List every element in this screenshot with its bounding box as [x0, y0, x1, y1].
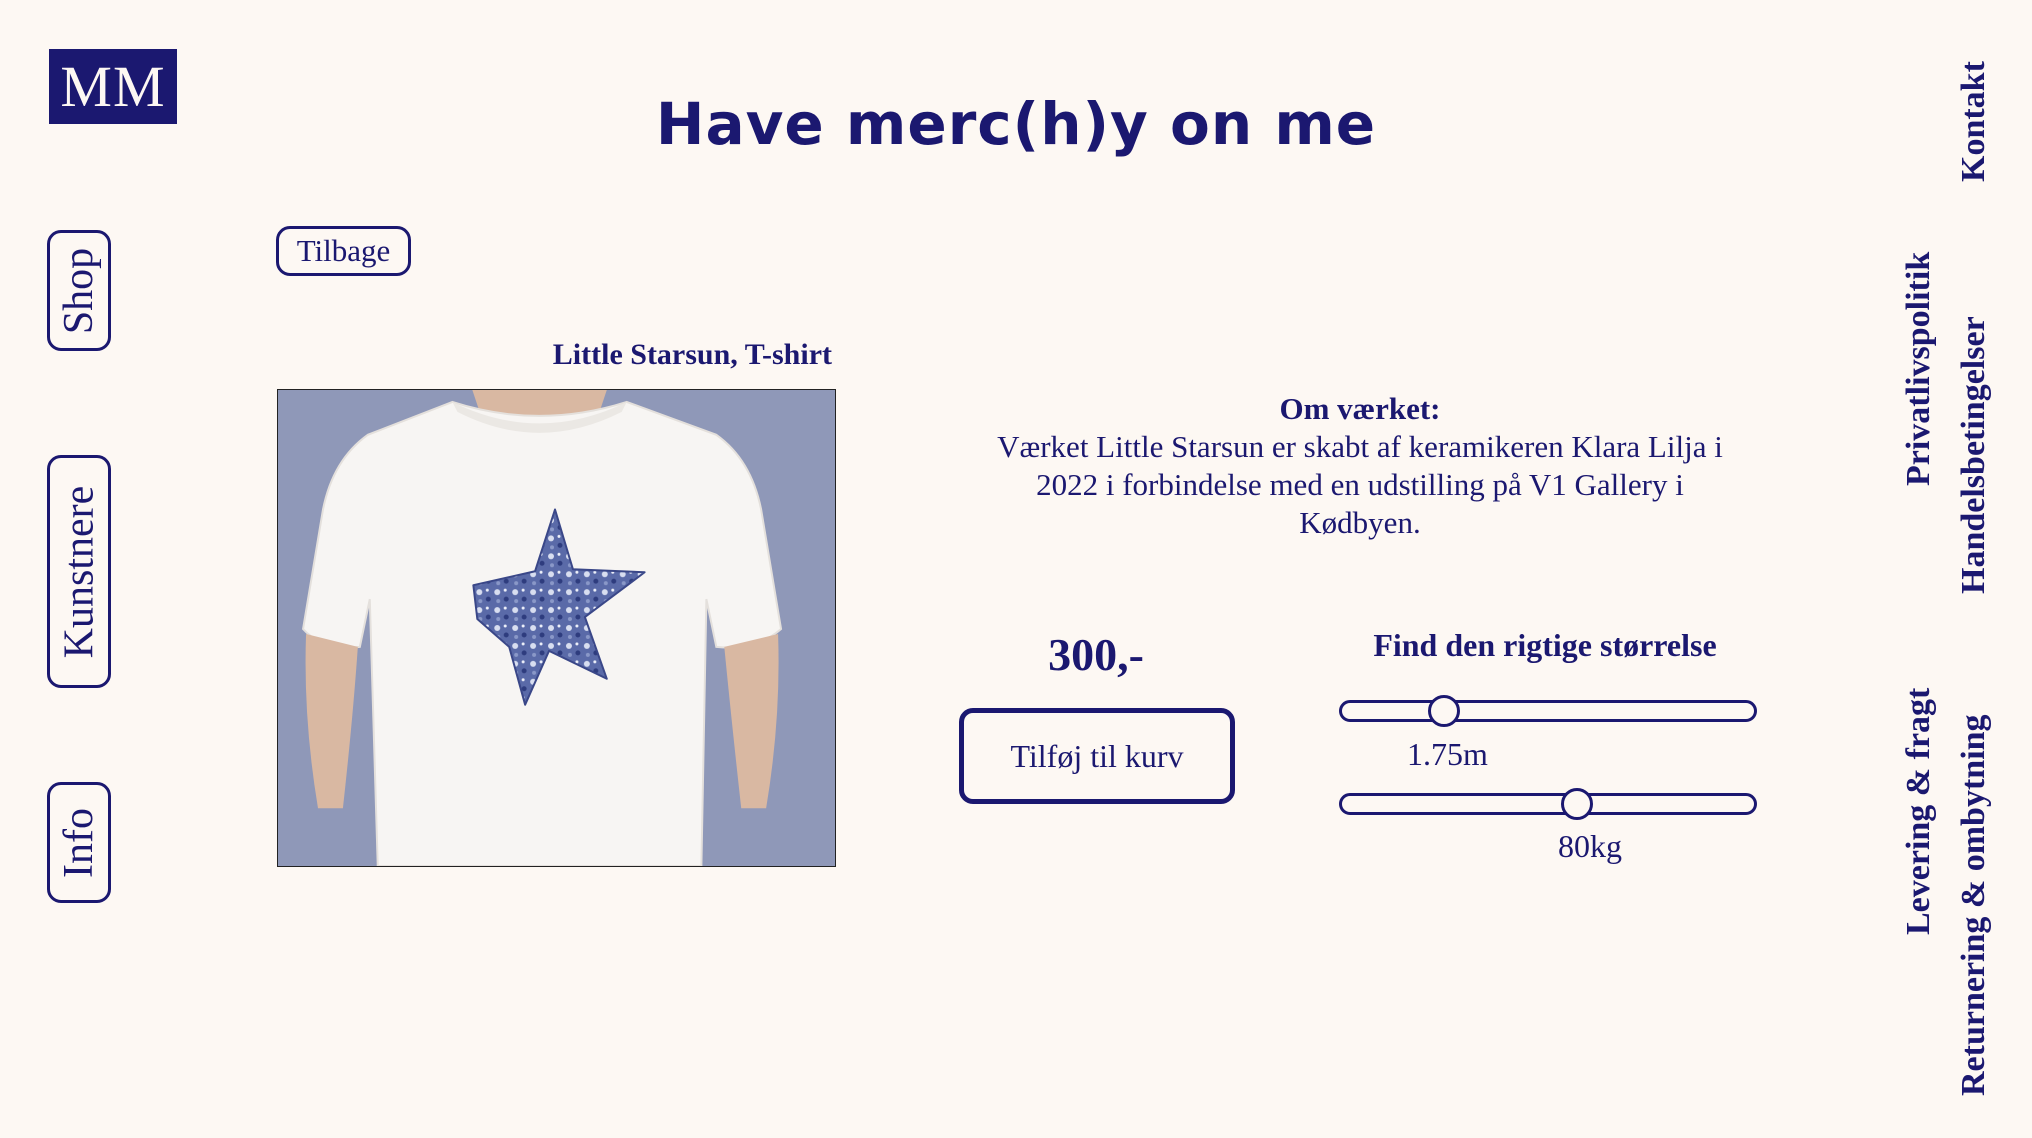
back-button[interactable]: Tilbage [276, 226, 411, 276]
site-title: Have merc(h)y on me [655, 90, 1377, 158]
footer-link-returnering[interactable]: Returnering & ombytning [1955, 714, 1993, 1096]
weight-slider-thumb[interactable] [1561, 788, 1593, 820]
tshirt-illustration [278, 390, 835, 866]
nav-info-button[interactable]: Info [47, 782, 111, 903]
add-to-cart-button[interactable]: Tilføj til kurv [959, 708, 1235, 804]
nav-shop-label: Shop [56, 247, 103, 334]
price: 300,- [1048, 629, 1144, 680]
about-text: Værket Little Starsun er skabt af kerami… [997, 429, 1723, 540]
product-image [277, 389, 836, 867]
footer-link-levering[interactable]: Levering & fragt [1900, 688, 1938, 935]
nav-kunstnere-button[interactable]: Kunstnere [47, 455, 111, 688]
height-slider[interactable] [1339, 700, 1757, 722]
nav-kunstnere-label: Kunstnere [56, 485, 102, 658]
nav-info-label: Info [56, 807, 103, 878]
about-heading: Om værket: [1279, 391, 1441, 426]
height-slider-thumb[interactable] [1428, 695, 1460, 727]
nav-shop-button[interactable]: Shop [47, 230, 111, 351]
footer-link-handelsbetingelser[interactable]: Handelsbetingelser [1955, 316, 1993, 594]
height-value: 1.75m [1407, 736, 1488, 772]
about-section: Om værket: Værket Little Starsun er skab… [940, 390, 1780, 542]
weight-value: 80kg [1558, 828, 1622, 864]
footer-link-privatlivspolitik[interactable]: Privatlivspolitik [1900, 252, 1938, 486]
size-finder-title: Find den rigtige størrelse [1373, 627, 1717, 663]
weight-slider[interactable] [1339, 793, 1757, 815]
footer-link-kontakt[interactable]: Kontakt [1955, 61, 1993, 182]
product-name: Little Starsun, T-shirt [552, 338, 832, 371]
